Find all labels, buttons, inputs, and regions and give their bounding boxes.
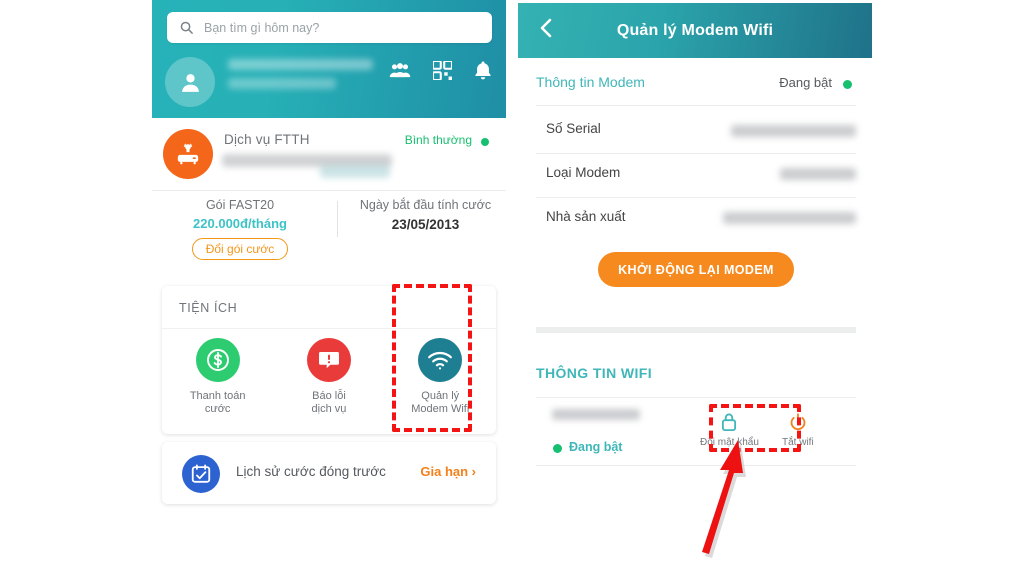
vertical-divider <box>337 201 338 237</box>
calendar-check-icon <box>182 455 220 493</box>
report-error-icon <box>306 338 351 382</box>
plan-right-column: Ngày bắt đầu tính cước 23/05/2013 <box>348 198 503 232</box>
utility-label-line2: cước <box>204 403 231 415</box>
utility-item-payment[interactable]: Thanh toán cước <box>162 338 273 416</box>
left-phone-screen: Dịch vụ FTTH Bình thường Gói FAST20 220.… <box>152 0 506 513</box>
renew-link[interactable]: Gia hạn › <box>420 464 476 479</box>
search-input[interactable] <box>202 19 466 36</box>
plan-left-column: Gói FAST20 220.000đ/tháng Đổi gói cước <box>152 198 328 260</box>
wifi-state-label: Đang bật <box>569 440 623 454</box>
modem-info-title: Thông tin Modem <box>536 74 645 90</box>
header-icon-group <box>389 60 492 80</box>
billing-start-date: 23/05/2013 <box>391 217 460 232</box>
manufacturer-value-redacted <box>723 212 856 224</box>
right-phone-screen: Quản lý Modem Wifi Thông tin Modem Đang … <box>518 0 872 500</box>
service-detail-redacted-2 <box>320 165 390 178</box>
pointer-arrow <box>688 440 798 560</box>
modem-type-label: Loại Modem <box>546 165 621 180</box>
utility-wifi-highlight-box <box>392 284 472 432</box>
back-chevron-icon[interactable] <box>530 12 562 44</box>
divider <box>536 105 856 106</box>
section-divider <box>536 327 856 333</box>
utility-label: Thanh toán cước <box>190 390 246 416</box>
avatar[interactable] <box>165 57 215 107</box>
plan-name: Gói FAST20 <box>205 198 275 212</box>
prepaid-history-card[interactable]: Lịch sử cước đóng trước Gia hạn › <box>162 442 496 504</box>
search-icon <box>179 20 194 35</box>
table-row: Nhà sản xuất <box>518 198 872 241</box>
utility-item-report-error[interactable]: Báo lỗi dịch vụ <box>273 338 384 416</box>
service-status-label: Bình thường <box>404 133 472 147</box>
utility-label-line1: Báo lỗi <box>312 390 346 402</box>
utility-label: Báo lỗi dịch vụ <box>312 390 347 416</box>
left-screen-header <box>152 0 506 118</box>
utility-label-line2: dịch vụ <box>311 403 347 415</box>
service-title: Dịch vụ FTTH <box>224 132 310 147</box>
ssid-redacted <box>552 409 640 420</box>
manufacturer-label: Nhà sản xuất <box>546 209 626 224</box>
utility-label-line1: Thanh toán <box>189 390 246 402</box>
screenshot-stage: Dịch vụ FTTH Bình thường Gói FAST20 220.… <box>0 0 1024 569</box>
search-bar[interactable] <box>167 12 492 43</box>
modem-status-label: Đang bật <box>779 75 832 90</box>
modem-icon <box>163 129 213 179</box>
plan-row: Gói FAST20 220.000đ/tháng Đổi gói cước N… <box>152 192 506 280</box>
dollar-icon <box>195 338 240 382</box>
wifi-info-title: THÔNG TIN WIFI <box>536 365 653 381</box>
divider <box>152 190 506 191</box>
plan-price: 220.000đ/tháng <box>193 216 287 231</box>
modem-type-value-redacted <box>780 168 856 180</box>
qr-code-icon[interactable] <box>433 60 452 80</box>
divider <box>536 397 856 398</box>
change-plan-button[interactable]: Đổi gói cước <box>191 238 289 260</box>
friends-icon[interactable] <box>389 61 411 79</box>
bell-icon[interactable] <box>474 60 492 80</box>
prepaid-history-label: Lịch sử cước đóng trước <box>236 464 386 479</box>
service-row[interactable]: Dịch vụ FTTH Bình thường <box>152 118 506 190</box>
page-title: Quản lý Modem Wifi <box>616 21 774 39</box>
billing-start-label: Ngày bắt đầu tính cước <box>359 198 492 212</box>
account-name-redacted <box>228 59 373 70</box>
restart-modem-button[interactable]: KHỞI ĐỘNG LẠI MODEM <box>598 252 794 287</box>
table-row: Số Serial <box>518 110 872 153</box>
service-status-dot <box>481 138 489 146</box>
serial-label: Số Serial <box>546 121 601 136</box>
serial-value-redacted <box>731 125 856 137</box>
table-row: Loại Modem <box>518 154 872 197</box>
modem-status-dot <box>843 80 852 89</box>
modem-page-header: Quản lý Modem Wifi <box>518 3 872 58</box>
utilities-title: TIỆN ÍCH <box>179 301 238 315</box>
account-id-redacted <box>228 78 336 89</box>
wifi-state-dot <box>553 444 562 453</box>
